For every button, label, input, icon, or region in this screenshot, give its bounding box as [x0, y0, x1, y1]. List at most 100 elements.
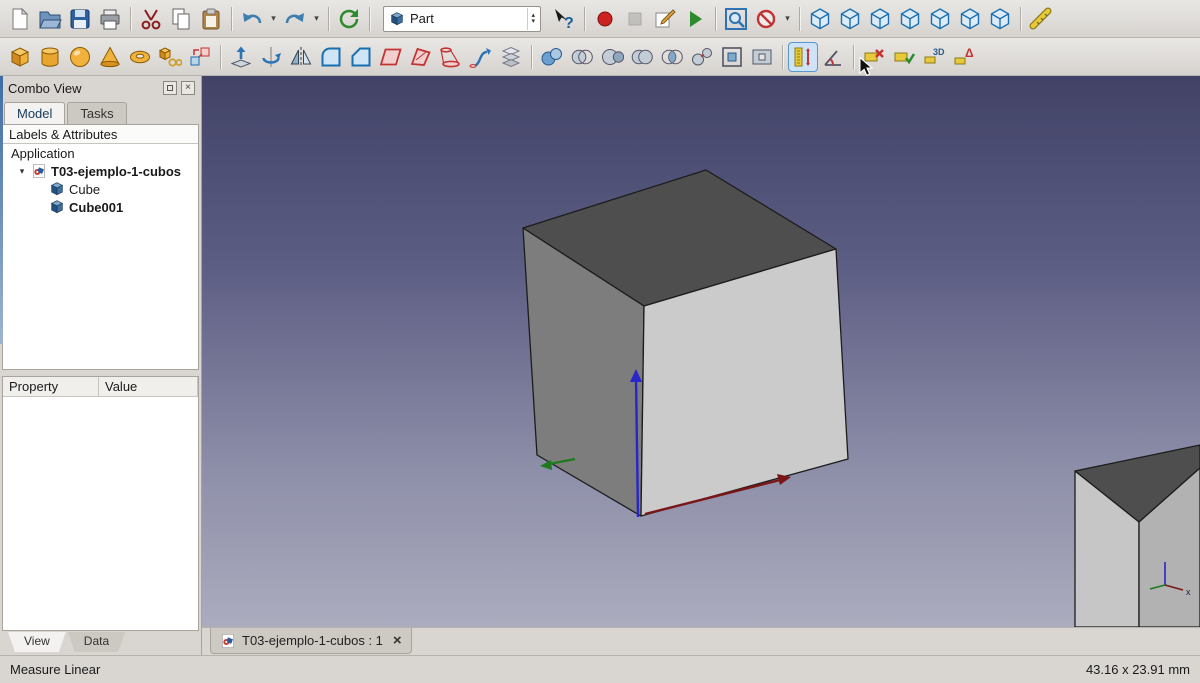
whats-this-button[interactable] — [550, 5, 578, 33]
measure-toggle-3d-button[interactable] — [920, 43, 948, 71]
print-button[interactable] — [96, 5, 124, 33]
measure-linear-button[interactable] — [789, 43, 817, 71]
cut-button[interactable] — [137, 5, 165, 33]
tree-item-document[interactable]: ▾ T03-ejemplo-1-cubos — [3, 162, 198, 180]
redo-button[interactable] — [281, 5, 309, 33]
panel-edge-highlight — [0, 76, 3, 344]
draw-style-button[interactable] — [752, 5, 780, 33]
refresh-button[interactable] — [335, 5, 363, 33]
part-common-button[interactable] — [658, 43, 686, 71]
3d-scene: x — [202, 76, 1200, 627]
part-crosssections-button[interactable] — [497, 43, 525, 71]
macro-view-group: ▾ — [549, 5, 1056, 33]
view-right-button[interactable] — [896, 5, 924, 33]
value-column-header[interactable]: Value — [99, 377, 198, 396]
close-panel-button[interactable]: × — [181, 81, 195, 95]
freecad-document-icon — [220, 633, 236, 649]
new-document-button[interactable] — [6, 5, 34, 33]
workbench-selector[interactable]: Part ▴ ▾ — [383, 6, 541, 32]
close-icon: × — [185, 83, 191, 93]
combo-view-titlebar: Combo View × — [0, 76, 201, 98]
part-torus-button[interactable] — [126, 43, 154, 71]
tree-item-cube001[interactable]: Cube001 — [3, 198, 198, 216]
view-top-button[interactable] — [866, 5, 894, 33]
measure-toggle-all-button[interactable] — [890, 43, 918, 71]
part-connect-button[interactable] — [688, 43, 716, 71]
part-sweep-button[interactable] — [467, 43, 495, 71]
mdi-tab-bar: T03-ejemplo-1-cubos : 1 × — [202, 627, 1200, 655]
property-view-tabs: View Data — [0, 631, 201, 655]
workbench-selected-label: Part — [410, 11, 434, 26]
part-union-button[interactable] — [628, 43, 656, 71]
view-left-button[interactable] — [986, 5, 1014, 33]
part-compound-button[interactable] — [538, 43, 566, 71]
measure-toggle-delta-button[interactable] — [950, 43, 978, 71]
toolbar-separator — [231, 7, 232, 31]
tab-data[interactable]: Data — [68, 632, 125, 652]
float-panel-button[interactable] — [163, 81, 177, 95]
part-cut-button[interactable] — [598, 43, 626, 71]
paste-button[interactable] — [197, 5, 225, 33]
tab-view[interactable]: View — [8, 632, 66, 652]
measure-angular-button[interactable] — [819, 43, 847, 71]
toolbar-separator — [715, 7, 716, 31]
undo-button[interactable] — [238, 5, 266, 33]
combo-spinner[interactable]: ▴ ▾ — [527, 8, 538, 30]
spinner-down-icon[interactable]: ▾ — [531, 19, 535, 25]
tree-item-label: Cube001 — [69, 200, 123, 215]
view-bottom-button[interactable] — [956, 5, 984, 33]
toolbar-separator — [328, 7, 329, 31]
part-cylinder-button[interactable] — [36, 43, 64, 71]
labels-attributes-header: Labels & Attributes — [3, 125, 198, 144]
property-editor: Property Value — [2, 376, 199, 631]
freecad-document-icon — [31, 163, 47, 179]
save-document-button[interactable] — [66, 5, 94, 33]
part-revolve-button[interactable] — [257, 43, 285, 71]
3d-viewport[interactable]: x — [202, 76, 1200, 627]
part-makeface-button[interactable] — [377, 43, 405, 71]
measure-distance-button[interactable] — [1027, 5, 1055, 33]
view-front-button[interactable] — [836, 5, 864, 33]
part-fillet-button[interactable] — [317, 43, 345, 71]
macro-stop-button[interactable] — [621, 5, 649, 33]
part-mirror-button[interactable] — [287, 43, 315, 71]
part-cutout-button[interactable] — [748, 43, 776, 71]
part-boolean-button[interactable] — [568, 43, 596, 71]
dimension-readout: 43.16 x 23.91 mm — [1086, 662, 1190, 677]
toolbar-separator — [584, 7, 585, 31]
toolbar-separator — [1020, 7, 1021, 31]
copy-button[interactable] — [167, 5, 195, 33]
redo-dropdown[interactable]: ▾ — [310, 5, 323, 33]
property-list-empty — [3, 397, 198, 630]
close-tab-icon[interactable]: × — [393, 634, 402, 648]
view-rear-button[interactable] — [926, 5, 954, 33]
property-column-header[interactable]: Property — [3, 377, 99, 396]
toolbar-separator — [130, 7, 131, 31]
tab-model[interactable]: Model — [4, 102, 65, 124]
property-header-row: Property Value — [3, 377, 198, 397]
toolbar-separator — [531, 45, 532, 69]
expander-icon[interactable]: ▾ — [17, 166, 27, 177]
macro-record-button[interactable] — [591, 5, 619, 33]
zoom-fit-all-button[interactable] — [722, 5, 750, 33]
macro-execute-button[interactable] — [681, 5, 709, 33]
document-tab[interactable]: T03-ejemplo-1-cubos : 1 × — [210, 628, 412, 654]
tree-item-application[interactable]: Application — [3, 144, 198, 162]
part-shapebuilder-button[interactable] — [186, 43, 214, 71]
part-ruledsurface-button[interactable] — [407, 43, 435, 71]
part-cone-button[interactable] — [96, 43, 124, 71]
part-extrude-button[interactable] — [227, 43, 255, 71]
macro-edit-button[interactable] — [651, 5, 679, 33]
part-chamfer-button[interactable] — [347, 43, 375, 71]
tree-item-cube[interactable]: Cube — [3, 180, 198, 198]
tab-tasks[interactable]: Tasks — [67, 102, 126, 124]
view-isometric-button[interactable] — [806, 5, 834, 33]
part-sphere-button[interactable] — [66, 43, 94, 71]
open-document-button[interactable] — [36, 5, 64, 33]
part-embed-button[interactable] — [718, 43, 746, 71]
draw-style-dropdown[interactable]: ▾ — [781, 5, 794, 33]
undo-dropdown[interactable]: ▾ — [267, 5, 280, 33]
part-loft-button[interactable] — [437, 43, 465, 71]
part-box-button[interactable] — [6, 43, 34, 71]
part-primitives-button[interactable] — [156, 43, 184, 71]
